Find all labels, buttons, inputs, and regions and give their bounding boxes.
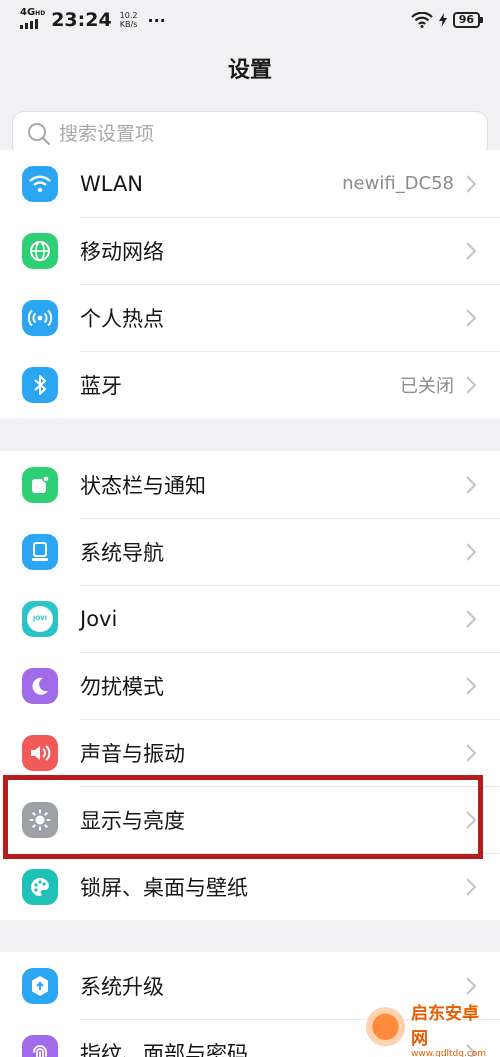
page-title: 设置 (227, 58, 272, 83)
watermark-url: www.qdltdq.com (410, 1048, 487, 1057)
chevron-right-icon (466, 610, 477, 628)
settings-item-do-not-disturb[interactable]: 勿扰模式 (0, 652, 500, 719)
settings-item-label: 指纹、面部与密码 (80, 1041, 248, 1057)
status-bar: 4GHD 23:24 10.2 KB/s ··· 96 (0, 0, 500, 40)
search-input[interactable] (59, 123, 459, 145)
settings-item-jovi[interactable]: JOVI Jovi (0, 585, 500, 652)
chevron-right-icon (466, 744, 477, 762)
chevron-right-icon (466, 174, 477, 193)
settings-item-display-brightness[interactable]: 显示与亮度 (0, 786, 500, 853)
settings-item-label: 状态栏与通知 (80, 473, 206, 498)
wifi-icon (22, 165, 58, 202)
settings-item-value: 已关闭 (400, 375, 454, 397)
navigation-icon (22, 533, 58, 570)
signal-icon (20, 19, 38, 29)
speaker-icon (22, 734, 58, 771)
settings-item-value: newifi_DC58 (342, 173, 454, 194)
chevron-right-icon (466, 543, 477, 561)
settings-item-label: WLAN (80, 171, 144, 196)
wifi-status-icon (410, 12, 433, 28)
chevron-right-icon (466, 977, 477, 995)
palette-icon (22, 868, 58, 905)
settings-item-bluetooth[interactable]: 蓝牙 已关闭 (0, 351, 500, 418)
moon-icon (22, 667, 58, 704)
brightness-icon (22, 801, 58, 838)
bluetooth-icon (22, 366, 58, 403)
chevron-right-icon (466, 242, 477, 260)
battery-indicator: 96 (452, 12, 484, 28)
settings-item-label: 勿扰模式 (80, 674, 164, 699)
settings-item-hotspot[interactable]: 个人热点 (0, 284, 500, 351)
system-update-icon (22, 967, 58, 1004)
notification-icon (22, 466, 58, 503)
watermark: 启东安卓网 www.qdltdq.com (364, 1000, 494, 1057)
jovi-icon: JOVI (22, 600, 58, 637)
settings-item-label: 系统导航 (80, 540, 164, 565)
settings-item-mobile-network[interactable]: 移动网络 (0, 217, 500, 284)
settings-item-system-navigation[interactable]: 系统导航 (0, 518, 500, 585)
watermark-logo-icon (364, 1006, 407, 1051)
chevron-right-icon (466, 309, 477, 327)
settings-group-personalization: 状态栏与通知 系统导航 JOVI Jovi 勿扰模式 声音与振动 显示与亮度 锁… (0, 451, 500, 920)
settings-item-label: 移动网络 (80, 239, 164, 264)
settings-item-label: Jovi (80, 606, 118, 631)
settings-group-connectivity: WLAN newifi_DC58 移动网络 个人热点 蓝牙 已关闭 (0, 150, 500, 418)
settings-item-sound-vibration[interactable]: 声音与振动 (0, 719, 500, 786)
chevron-right-icon (466, 476, 477, 494)
watermark-name: 启东安卓网 (410, 1003, 479, 1049)
settings-item-lockscreen-wallpaper[interactable]: 锁屏、桌面与壁纸 (0, 853, 500, 920)
chevron-right-icon (466, 677, 477, 695)
settings-item-wlan[interactable]: WLAN newifi_DC58 (0, 150, 500, 217)
settings-item-label: 个人热点 (80, 306, 164, 331)
charging-icon (438, 13, 447, 27)
settings-item-label: 锁屏、桌面与壁纸 (80, 875, 248, 900)
search-icon (28, 123, 50, 145)
clock: 23:24 (51, 9, 112, 31)
chevron-right-icon (466, 811, 477, 829)
settings-item-label: 系统升级 (80, 974, 164, 999)
settings-item-label: 显示与亮度 (80, 808, 185, 833)
settings-item-label: 蓝牙 (80, 373, 122, 398)
more-notifications-icon: ··· (147, 10, 166, 30)
chevron-right-icon (466, 375, 477, 394)
network-speed: 10.2 KB/s (119, 11, 138, 29)
settings-item-status-bar-notifications[interactable]: 状态栏与通知 (0, 451, 500, 518)
hotspot-icon (22, 299, 58, 336)
network-indicator: 4GHD (20, 8, 45, 32)
fingerprint-icon (22, 1034, 58, 1057)
chevron-right-icon (466, 878, 477, 896)
globe-icon (22, 232, 58, 269)
settings-item-label: 声音与振动 (80, 741, 185, 766)
